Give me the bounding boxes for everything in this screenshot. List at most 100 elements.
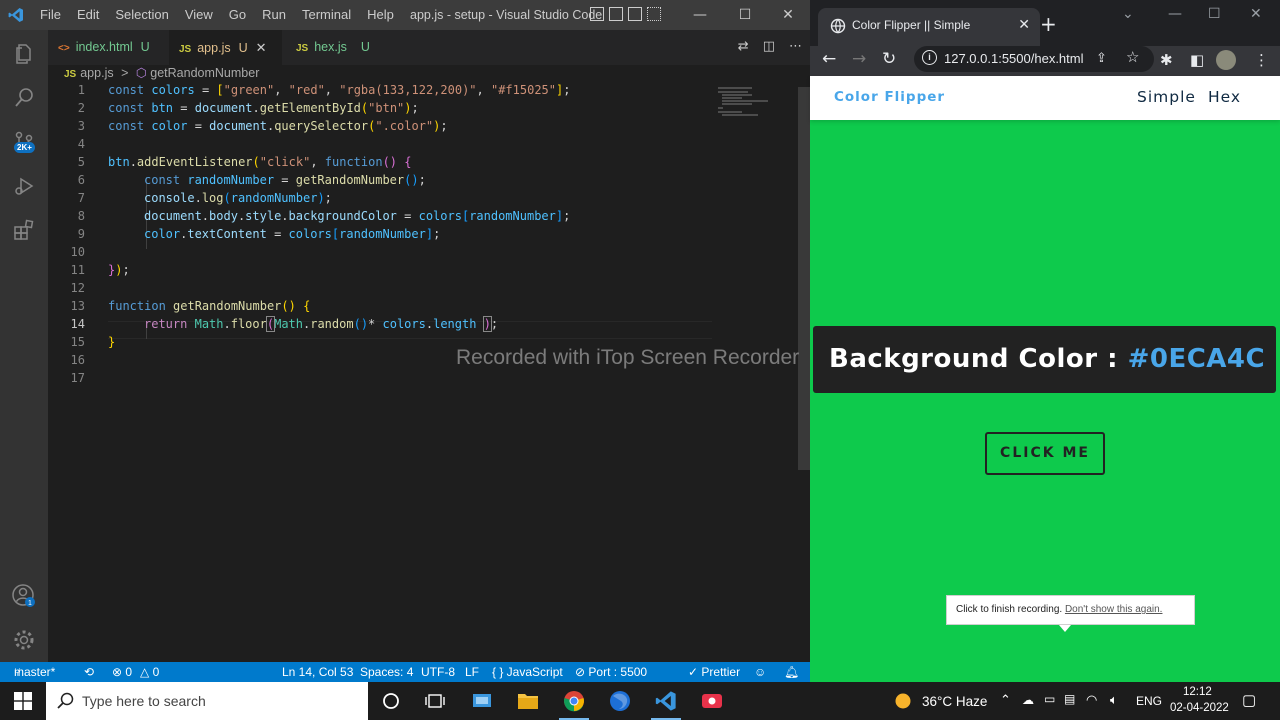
nav-link-hex[interactable]: Hex (1208, 88, 1241, 106)
explorer-icon[interactable] (0, 30, 48, 78)
brand-logo[interactable]: Color Flipper (834, 89, 945, 105)
accounts-icon[interactable]: 1 (0, 572, 48, 620)
screen-recorder-icon[interactable] (689, 682, 735, 720)
minimize-icon[interactable]: — (680, 0, 720, 30)
scrollbar-thumb[interactable] (798, 87, 810, 470)
reload-icon[interactable]: ↻ (882, 49, 896, 69)
breadcrumb-file[interactable]: app.js (80, 66, 113, 80)
task-view-icon[interactable] (412, 682, 458, 720)
firefox-icon[interactable] (597, 682, 643, 720)
indentation[interactable]: Spaces: 4 (360, 662, 413, 682)
close-tab-icon[interactable]: ✕ (256, 40, 267, 55)
chrome-toolbar: ← → ↻ i 127.0.0.1:5500/hex.html ⇪ ☆ ✱ ◧ … (810, 46, 1280, 76)
menu-view[interactable]: View (177, 0, 221, 30)
show-hidden-icons-chevron-icon[interactable]: ⌃ (1000, 692, 1011, 708)
minimap[interactable] (716, 87, 796, 127)
bg-color-value: #0ECA4C (1127, 344, 1266, 374)
editor-scrollbar[interactable] (796, 87, 810, 662)
breadcrumb-symbol[interactable]: getRandomNumber (150, 66, 259, 80)
toggle-secondary-sidebar-icon[interactable] (628, 7, 642, 21)
menu-selection[interactable]: Selection (107, 0, 176, 30)
menu-help[interactable]: Help (359, 0, 402, 30)
clock-date[interactable]: 02-04-2022 (1170, 702, 1229, 714)
taskbar-search-box[interactable]: Type here to search (46, 682, 368, 720)
site-info-icon[interactable]: i (922, 50, 937, 65)
weather-sun-icon[interactable] (894, 692, 912, 713)
language-mode[interactable]: { } JavaScript (492, 662, 563, 682)
vscode-taskbar-icon[interactable] (643, 682, 689, 720)
extensions-puzzle-icon[interactable]: ✱ (1160, 51, 1173, 69)
profile-avatar[interactable] (1216, 50, 1236, 70)
html-file-icon: <> (58, 43, 70, 54)
manage-gear-icon[interactable] (0, 616, 48, 664)
network-icon[interactable]: ▭ (1044, 692, 1055, 706)
input-language[interactable]: ENG (1136, 694, 1162, 708)
extensions-icon[interactable] (0, 206, 48, 254)
code-line: 11}); (70, 263, 130, 277)
code-editor[interactable]: 1 const colors = ["green", "red", "rgba(1… (48, 83, 810, 662)
tab-status: U (140, 40, 150, 54)
tab-hex-js[interactable]: JS hex.js U (286, 30, 396, 65)
notification-center-icon[interactable]: ▢ (1242, 691, 1256, 709)
minimize-icon[interactable]: — (1168, 6, 1182, 22)
menu-terminal[interactable]: Terminal (294, 0, 359, 30)
dont-show-again-link[interactable]: Don't show this again. (1065, 604, 1163, 615)
warning-count[interactable]: △ 0 (140, 662, 159, 682)
tab-label: app.js (197, 41, 231, 55)
share-icon[interactable]: ⇪ (1096, 50, 1107, 66)
open-changes-icon[interactable]: ⇄ (738, 39, 749, 54)
weather-text[interactable]: 36°C Haze (922, 694, 987, 709)
code-line: 8 document.body.style.backgroundColor = c… (77, 209, 571, 223)
onedrive-cloud-icon[interactable]: ☁ (1022, 693, 1034, 707)
chrome-menu-icon[interactable]: ⋮ (1254, 51, 1269, 69)
cursor-position[interactable]: Ln 14, Col 53 (282, 662, 353, 682)
click-me-button[interactable]: CLICK ME (985, 432, 1105, 475)
run-debug-icon[interactable] (0, 162, 48, 210)
taskbar-app-icon[interactable] (459, 682, 505, 720)
close-tab-icon[interactable]: ✕ (1018, 16, 1030, 33)
more-actions-icon[interactable]: ⋯ (789, 39, 802, 54)
maximize-icon[interactable]: ☐ (725, 0, 765, 30)
search-icon[interactable] (0, 74, 48, 122)
forward-arrow-icon[interactable]: → (852, 49, 866, 69)
encoding[interactable]: UTF-8 (421, 662, 455, 682)
menu-edit[interactable]: Edit (69, 0, 107, 30)
windows-start-icon[interactable] (0, 682, 46, 720)
browser-tab[interactable]: Color Flipper || Simple ✕ (818, 8, 1040, 46)
error-count[interactable]: ⊗ 0 (112, 662, 132, 682)
tab-index-html[interactable]: <> index.html U (48, 30, 168, 65)
file-explorer-icon[interactable] (505, 682, 551, 720)
live-server-port[interactable]: ⊘ Port : 5500 (575, 662, 647, 682)
side-panel-icon[interactable]: ◧ (1190, 51, 1204, 69)
clock-time[interactable]: 12:12 (1183, 686, 1212, 698)
tab-app-js[interactable]: JS app.js U ✕ (169, 30, 282, 65)
cortana-circle-icon[interactable] (368, 682, 414, 720)
toggle-panel-icon[interactable] (609, 7, 623, 21)
chrome-taskbar-icon[interactable] (551, 682, 597, 720)
display-icon[interactable]: ▤ (1064, 692, 1075, 706)
menu-go[interactable]: Go (221, 0, 254, 30)
split-editor-icon[interactable]: ◫ (763, 39, 775, 54)
close-window-icon[interactable]: ✕ (768, 0, 808, 30)
new-tab-button[interactable]: + (1040, 12, 1057, 36)
line-ending[interactable]: LF (465, 662, 479, 682)
window-title: app.js - setup - Visual Studio Code (410, 8, 603, 22)
toggle-sidebar-icon[interactable] (590, 7, 604, 21)
address-bar[interactable]: i 127.0.0.1:5500/hex.html ⇪ ☆ (914, 46, 1154, 72)
close-window-icon[interactable]: ✕ (1250, 6, 1262, 22)
volume-icon[interactable]: 🔈︎ (1110, 692, 1118, 708)
nav-link-simple[interactable]: Simple (1137, 88, 1196, 106)
menu-file[interactable]: File (32, 0, 69, 30)
bookmark-star-icon[interactable]: ☆ (1126, 48, 1139, 66)
search-placeholder: Type here to search (82, 693, 206, 709)
feedback-icon[interactable]: ☺ (754, 662, 766, 682)
menu-run[interactable]: Run (254, 0, 294, 30)
back-arrow-icon[interactable]: ← (822, 49, 836, 69)
maximize-icon[interactable]: ☐ (1208, 6, 1221, 22)
customize-layout-icon[interactable] (647, 7, 661, 21)
prettier-status[interactable]: ✓ Prettier (688, 662, 740, 682)
wifi-icon[interactable]: ◠ (1086, 692, 1097, 708)
live-share-icon[interactable]: ⟲ (84, 662, 94, 682)
tab-search-chevron-icon[interactable]: ⌄ (1122, 6, 1134, 22)
notifications-bell-icon[interactable]: 🔔︎ (784, 662, 799, 682)
